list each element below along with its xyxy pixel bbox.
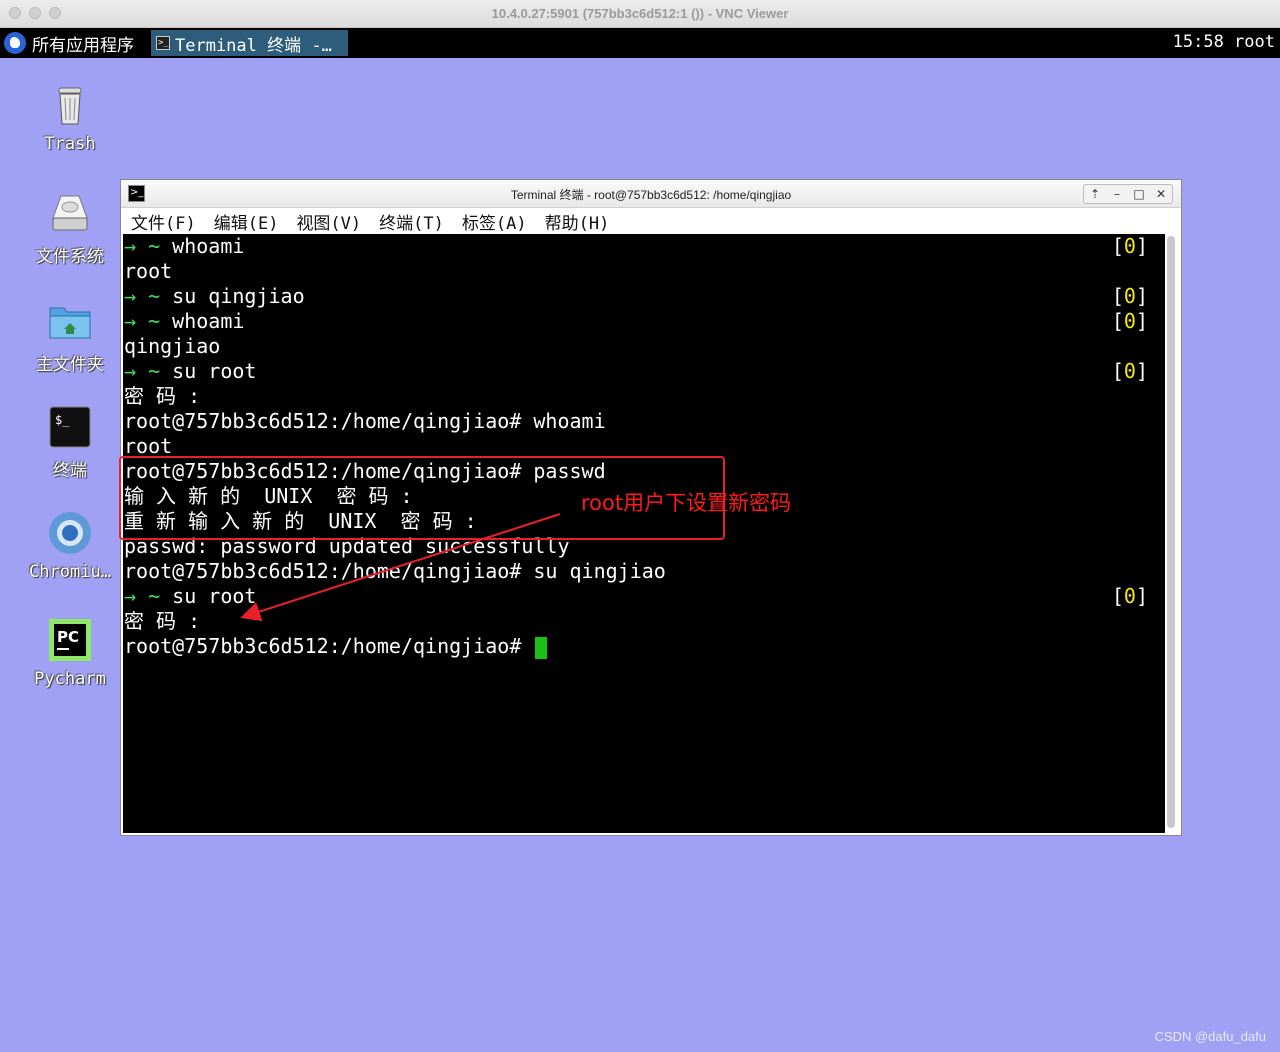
csdn-watermark: CSDN @dafu_dafu xyxy=(1154,1029,1266,1044)
annotation-arrow xyxy=(240,513,561,622)
